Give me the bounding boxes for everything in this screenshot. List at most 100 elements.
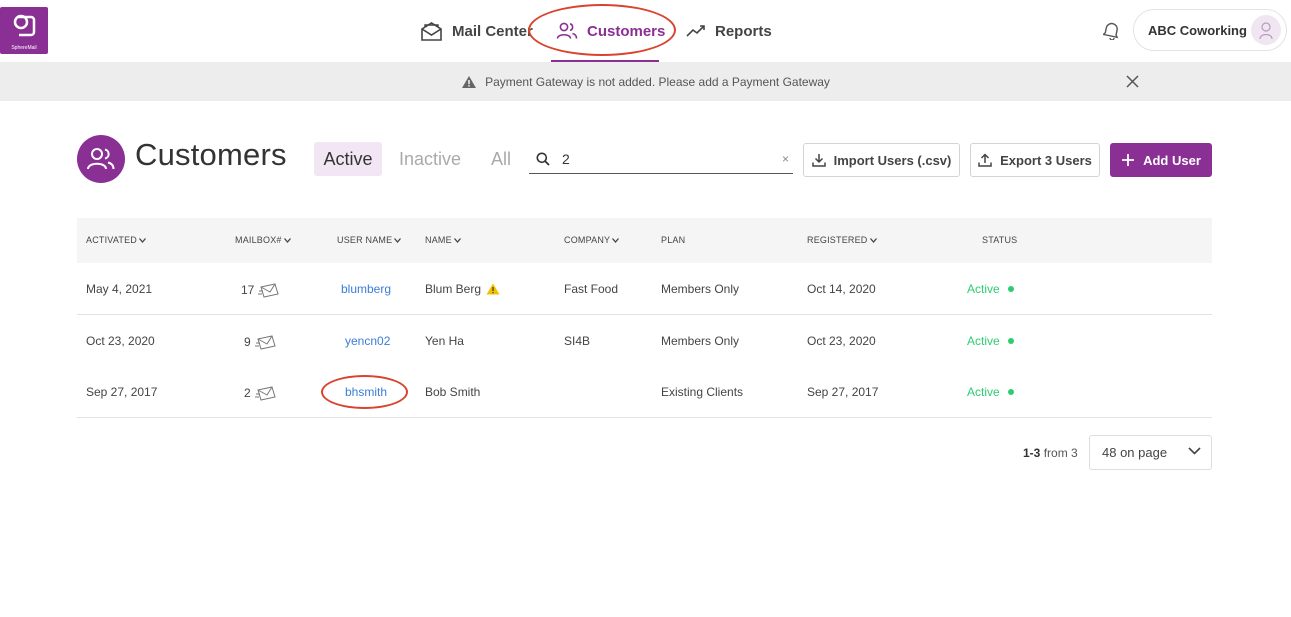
customer-name: Yen Ha — [425, 334, 464, 348]
mailbox-cell: 9 — [244, 334, 277, 350]
add-user-button[interactable]: Add User — [1110, 143, 1212, 177]
column-label: COMPANY — [564, 235, 611, 245]
mailbox-cell: 2 — [244, 385, 277, 401]
column-label: NAME — [425, 235, 452, 245]
upload-icon — [978, 153, 992, 167]
import-users-button[interactable]: Import Users (.csv) — [803, 143, 960, 177]
plan: Existing Clients — [661, 385, 744, 399]
avatar — [1251, 15, 1281, 45]
column-label: USER NAME — [337, 235, 393, 245]
registered-date: Oct 23, 2020 — [807, 334, 876, 348]
activated-date: Sep 27, 2017 — [86, 385, 158, 399]
download-icon — [811, 154, 826, 167]
mail-icon — [421, 21, 442, 41]
pagination-total: from 3 — [1043, 446, 1078, 460]
chevron-down-icon — [1188, 447, 1201, 455]
mailbox-number: 2 — [244, 386, 251, 400]
payment-gateway-banner: Payment Gateway is not added. Please add… — [0, 62, 1291, 101]
search-input[interactable] — [562, 149, 772, 169]
name-cell: Blum Berg — [425, 282, 500, 296]
sort-caret-icon — [283, 237, 291, 243]
notifications-button[interactable] — [1101, 21, 1120, 45]
plan: Members Only — [661, 334, 740, 348]
nav-reports[interactable]: Reports — [686, 18, 772, 44]
username-link[interactable]: yencn02 — [345, 334, 390, 348]
column-header-name[interactable]: NAME — [425, 235, 461, 245]
users-icon — [556, 22, 578, 39]
column-label: PLAN — [661, 235, 686, 245]
nav-label: Mail Center — [452, 22, 533, 40]
customer-name: Bob Smith — [425, 385, 481, 399]
filter-tab-all[interactable]: All — [491, 142, 511, 176]
clear-search-button[interactable]: × — [782, 152, 789, 166]
search-icon — [536, 152, 550, 166]
column-header-username[interactable]: USER NAME — [337, 235, 402, 245]
status-dot — [1007, 389, 1014, 395]
column-label: ACTIVATED — [86, 235, 137, 245]
nav-mail-center[interactable]: Mail Center — [420, 18, 533, 44]
envelope-icon — [254, 335, 276, 350]
nav-label: Customers — [587, 22, 666, 40]
top-navigation-bar: SphereMail Mail Center Customers Reports — [0, 0, 1291, 63]
export-users-button[interactable]: Export 3 Users — [970, 143, 1100, 177]
customer-name: Blum Berg — [425, 282, 482, 296]
status-text: Active — [967, 334, 1000, 348]
warning-icon — [486, 283, 500, 295]
status-dot — [1007, 286, 1014, 292]
import-label: Import Users (.csv) — [833, 152, 952, 168]
banner-text: Payment Gateway is not added. Please add… — [485, 74, 830, 89]
column-header-status: STATUS — [982, 235, 1017, 245]
pagination-summary: 1-3 from 3 — [1023, 446, 1078, 460]
table-row[interactable]: Sep 27, 2017 2 bhsmith Bob Smith Existin… — [77, 366, 1212, 418]
pagination-range: 1-3 — [1023, 446, 1041, 460]
account-menu[interactable]: ABC Coworking — [1133, 9, 1287, 51]
mailbox-cell: 17 — [241, 282, 280, 298]
add-user-label: Add User — [1143, 152, 1201, 168]
column-header-activated[interactable]: ACTIVATED — [86, 235, 146, 245]
table-row[interactable]: Oct 23, 2020 9 yencn02 Yen Ha SI4B Membe… — [77, 315, 1212, 367]
mailbox-number: 17 — [241, 283, 255, 297]
company: Fast Food — [564, 282, 619, 296]
nav-customers[interactable]: Customers — [556, 18, 665, 44]
column-header-plan: PLAN — [661, 235, 685, 245]
company: SI4B — [564, 334, 591, 348]
chart-line-icon — [686, 25, 705, 37]
filter-tab-inactive[interactable]: Inactive — [399, 142, 461, 176]
bell-icon — [1101, 22, 1119, 41]
page-size-select[interactable]: 48 on page — [1089, 435, 1212, 470]
warning-icon — [462, 75, 477, 88]
user-avatar-icon — [1259, 22, 1273, 40]
nav-label: Reports — [715, 22, 772, 40]
mailbox-number: 9 — [244, 335, 251, 349]
column-label: REGISTERED — [807, 235, 868, 245]
username-link[interactable]: blumberg — [341, 282, 391, 296]
activated-date: May 4, 2021 — [86, 282, 153, 296]
logo-mark-icon — [13, 14, 36, 37]
status-badge: Active — [967, 385, 1014, 399]
registered-date: Oct 14, 2020 — [807, 282, 876, 296]
table-header: ACTIVATED MAILBOX# USER NAME NAME COMPAN… — [77, 218, 1212, 263]
registered-date: Sep 27, 2017 — [807, 385, 879, 399]
plus-icon — [1122, 154, 1135, 166]
close-icon[interactable] — [1126, 75, 1139, 88]
export-label: Export 3 Users — [1000, 152, 1092, 168]
column-header-registered[interactable]: REGISTERED — [807, 235, 877, 245]
plan: Members Only — [661, 282, 740, 296]
sort-caret-icon — [453, 237, 461, 243]
spheremail-logo[interactable]: SphereMail — [0, 7, 48, 54]
sort-caret-icon — [394, 237, 402, 243]
page-title: Customers — [135, 137, 287, 172]
table-row[interactable]: May 4, 2021 17 blumberg Blum Berg Fast F… — [77, 263, 1212, 315]
username-link[interactable]: bhsmith — [345, 385, 387, 399]
customers-page-icon — [77, 135, 125, 183]
page-size-value: 48 on page — [1102, 445, 1168, 460]
status-dot — [1007, 338, 1014, 344]
filter-tab-active[interactable]: Active — [314, 142, 382, 176]
account-name: ABC Coworking — [1148, 22, 1247, 38]
column-label: MAILBOX# — [235, 235, 282, 245]
envelope-icon — [258, 283, 279, 298]
users-icon — [87, 148, 115, 170]
column-label: STATUS — [982, 235, 1018, 245]
column-header-mailbox[interactable]: MAILBOX# — [235, 235, 291, 245]
column-header-company[interactable]: COMPANY — [564, 235, 620, 245]
